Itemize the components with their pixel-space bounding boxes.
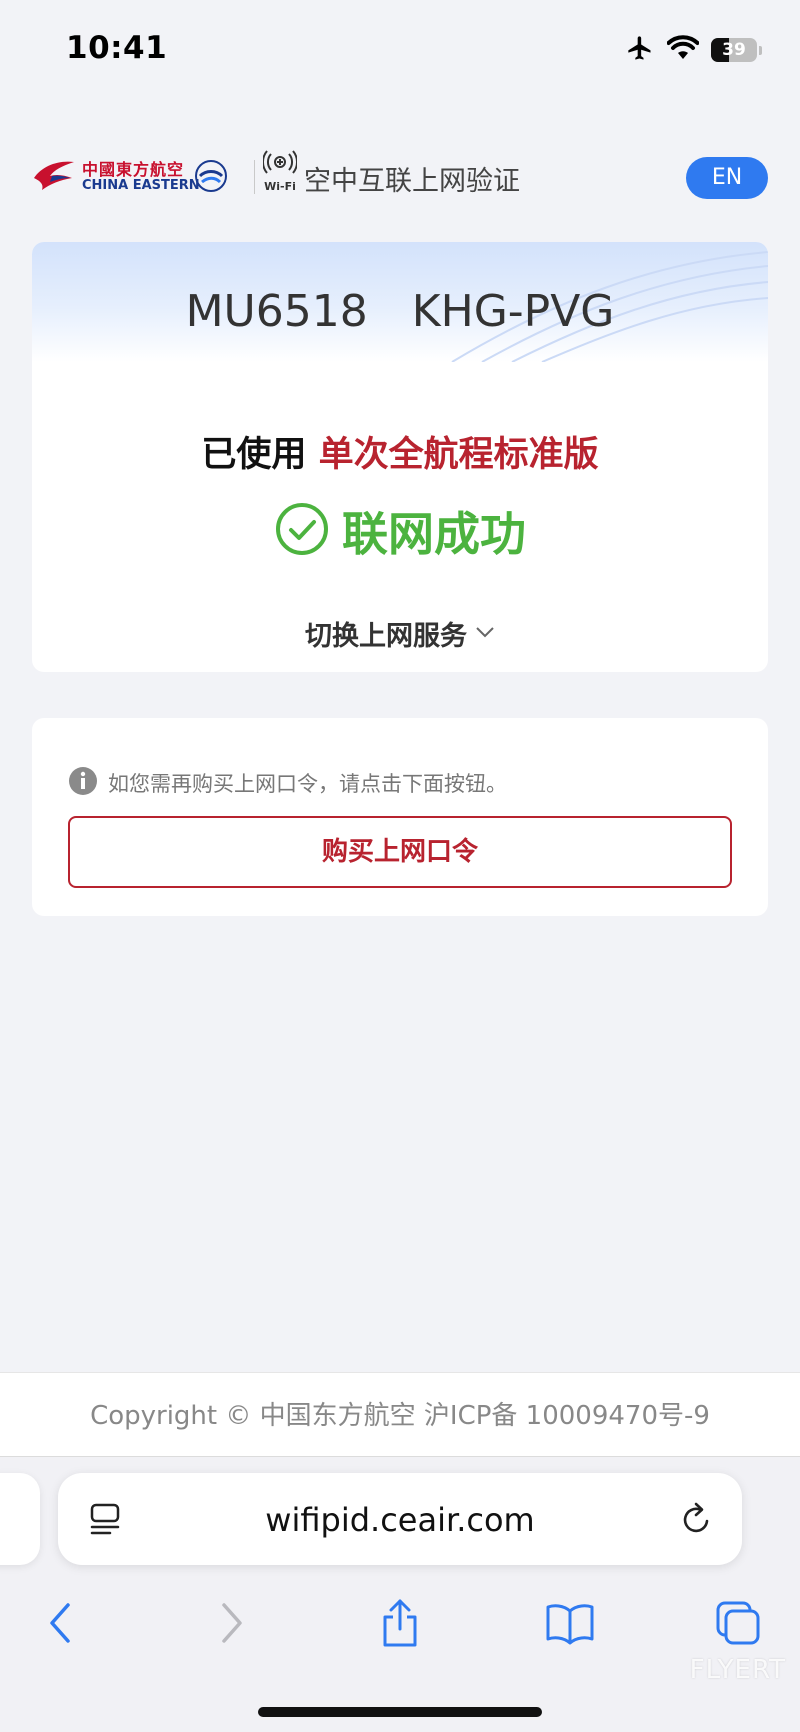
switch-service-toggle[interactable]: 切换上网服务 — [32, 614, 768, 653]
purchase-hint: 如您需再购买上网口令，请点击下面按钮。 — [68, 766, 507, 800]
address-bar[interactable]: wifipid.ceair.com — [58, 1473, 742, 1565]
wifi-signal-icon — [666, 35, 700, 65]
chevron-left-icon — [46, 1601, 74, 1649]
site-header: 中國東方航空 CHINA EASTERN Wi-Fi 空中互联上网验证 EN — [32, 148, 768, 206]
flight-route: KHG-PVG — [411, 286, 615, 337]
plan-name: 单次全航程标准版 — [318, 435, 599, 475]
share-button[interactable] — [370, 1597, 430, 1653]
airline-name-en: CHINA EASTERN — [82, 178, 200, 193]
page-title: 空中互联上网验证 — [304, 166, 520, 197]
reload-icon[interactable] — [680, 1501, 714, 1541]
connection-success-text: 联网成功 — [342, 507, 526, 561]
wifi-label: Wi-Fi — [264, 180, 296, 193]
home-indicator — [258, 1707, 542, 1717]
airline-name-cn: 中國東方航空 — [82, 160, 185, 179]
airplane-mode-icon — [625, 34, 655, 66]
tabs-button[interactable] — [708, 1597, 768, 1653]
flight-status-card: MU6518 KHG-PVG 已使用 单次全航程标准版 联网成功 切换上网服务 — [32, 242, 768, 672]
check-circle-icon — [274, 501, 330, 561]
chevron-right-icon — [218, 1601, 246, 1649]
previous-tab-preview[interactable] — [0, 1473, 40, 1565]
status-icons: 39 — [625, 34, 762, 66]
wifi-broadcast-icon — [262, 150, 298, 178]
book-icon — [545, 1601, 595, 1649]
flight-info: MU6518 KHG-PVG — [32, 286, 768, 337]
copyright-text: Copyright © 中国东方航空 沪ICP备 10009470号-9 — [90, 1401, 710, 1431]
chevron-down-icon — [475, 624, 495, 643]
battery-icon: 39 — [711, 38, 757, 62]
wifi-badge: Wi-Fi — [260, 150, 300, 202]
battery-indicator: 39 — [711, 38, 762, 62]
bookmarks-button[interactable] — [540, 1597, 600, 1653]
china-eastern-logo: 中國東方航空 CHINA EASTERN — [32, 154, 232, 198]
connection-status: 联网成功 — [32, 498, 768, 564]
active-plan: 已使用 单次全航程标准版 — [32, 426, 768, 477]
status-bar: 10:41 39 — [0, 0, 800, 100]
browser-toolbar — [0, 1587, 800, 1657]
switch-service-label: 切换上网服务 — [305, 621, 467, 652]
forward-button[interactable] — [202, 1597, 262, 1653]
header-divider — [254, 160, 255, 194]
status-time: 10:41 — [66, 30, 168, 66]
watermark: FLYERT — [689, 1655, 786, 1685]
language-toggle-button[interactable]: EN — [686, 157, 768, 199]
plan-prefix: 已使用 — [201, 435, 307, 475]
battery-percent: 39 — [722, 40, 746, 60]
purchase-card: 如您需再购买上网口令，请点击下面按钮。 购买上网口令 — [32, 718, 768, 916]
battery-cap — [759, 45, 762, 55]
flight-number: MU6518 — [185, 286, 368, 337]
share-icon — [379, 1597, 421, 1653]
buy-wifi-code-button[interactable]: 购买上网口令 — [68, 816, 732, 888]
browser-chrome: wifipid.ceair.com FLYERT — [0, 1456, 800, 1732]
back-button[interactable] — [30, 1597, 90, 1653]
skyteam-icon — [192, 154, 230, 200]
url-text[interactable]: wifipid.ceair.com — [58, 1501, 742, 1539]
page-footer: Copyright © 中国东方航空 沪ICP备 10009470号-9 — [0, 1372, 800, 1457]
purchase-hint-text: 如您需再购买上网口令，请点击下面按钮。 — [108, 772, 507, 796]
swallow-logo-icon — [32, 154, 76, 198]
info-icon — [68, 766, 98, 800]
tabs-icon — [714, 1599, 762, 1651]
